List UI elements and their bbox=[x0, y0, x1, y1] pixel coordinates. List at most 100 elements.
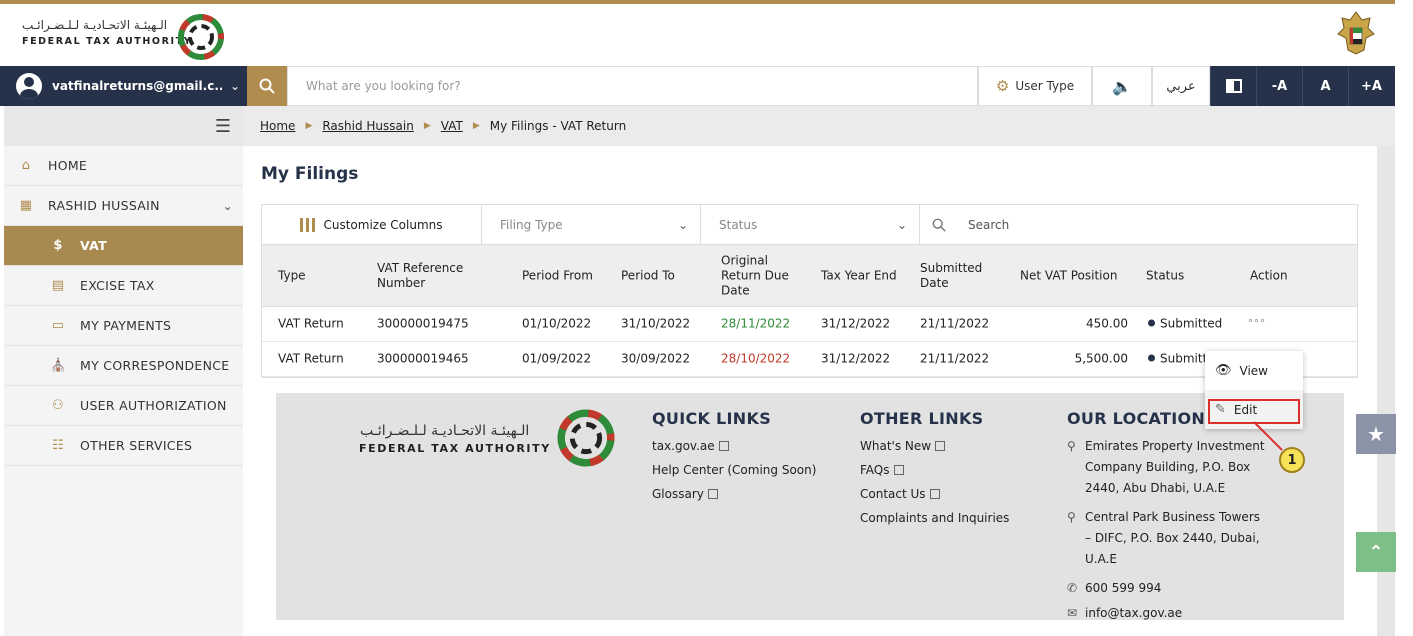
sidebar-item-rashid-hussain[interactable]: ▦ RASHID HUSSAIN ⌄ bbox=[4, 186, 243, 226]
chevron-down-icon: ⌄ bbox=[677, 217, 688, 232]
our-location: OUR LOCATION ⚲ Emirates Property Investm… bbox=[1067, 409, 1277, 620]
external-link-icon bbox=[929, 489, 940, 499]
building-icon: ⛪ bbox=[50, 358, 67, 373]
fta-logo-icon[interactable] bbox=[176, 12, 226, 62]
phone-number[interactable]: ✆ 600 599 994 bbox=[1067, 578, 1277, 599]
breadcrumb-home[interactable]: Home bbox=[260, 119, 295, 133]
sidebar-item-label: RASHID HUSSAIN bbox=[48, 198, 160, 213]
sidebar-item-my-payments[interactable]: ▭ MY PAYMENTS bbox=[4, 306, 243, 346]
mail-icon: ✉ bbox=[1067, 606, 1078, 620]
sidebar-item-other-services[interactable]: ☷ OTHER SERVICES bbox=[4, 426, 243, 466]
external-link-icon bbox=[935, 441, 946, 451]
page-title: My Filings bbox=[261, 164, 359, 184]
col-header-tax-year-end[interactable]: Tax Year End bbox=[821, 268, 897, 283]
user-type-label: User Type bbox=[1015, 79, 1075, 93]
location-pin-icon: ⚲ bbox=[1067, 439, 1076, 453]
sidebar-item-excise-tax[interactable]: ▤ EXCISE TAX bbox=[4, 266, 243, 306]
cell-period-to: 31/10/2022 bbox=[621, 316, 691, 331]
cell-period-to: 30/09/2022 bbox=[621, 351, 691, 366]
window-edge bbox=[1395, 0, 1413, 636]
speaker-icon: 🔈 bbox=[1112, 76, 1132, 96]
text-to-speech-button[interactable]: 🔈 bbox=[1092, 66, 1152, 106]
quick-link-tax-gov[interactable]: tax.gov.ae bbox=[652, 434, 816, 458]
other-link-faqs[interactable]: FAQs bbox=[860, 458, 1009, 482]
sidebar-item-vat[interactable]: $ VAT bbox=[4, 226, 243, 266]
font-increase-button[interactable]: +A bbox=[1348, 66, 1394, 106]
cell-type: VAT Return bbox=[278, 316, 344, 331]
col-header-period-from[interactable]: Period From bbox=[522, 268, 593, 283]
language-toggle-button[interactable]: عربي bbox=[1152, 66, 1210, 106]
user-email: vatfinalreturns@gmail.c... bbox=[52, 79, 222, 93]
customize-columns-button[interactable]: Customize Columns bbox=[262, 205, 482, 244]
table-row[interactable]: VAT Return 300000019465 01/09/2022 30/09… bbox=[262, 342, 1357, 377]
global-search-input[interactable]: What are you looking for? bbox=[287, 66, 978, 106]
sidebar-toggle[interactable]: ☰ bbox=[4, 106, 243, 146]
breadcrumb-vat[interactable]: VAT bbox=[441, 119, 463, 133]
quick-link-help-center[interactable]: Help Center (Coming Soon) bbox=[652, 458, 816, 482]
cell-vat-ref: 300000019475 bbox=[377, 316, 469, 331]
font-reset-label: A bbox=[1320, 78, 1331, 94]
cell-status: Submitt bbox=[1148, 352, 1207, 367]
table-search-input[interactable]: Search bbox=[920, 205, 1357, 244]
other-link-whats-new[interactable]: What's New bbox=[860, 434, 1009, 458]
search-button[interactable] bbox=[247, 66, 287, 106]
sidebar-item-user-authorization[interactable]: ⚇ USER AUTHORIZATION bbox=[4, 386, 243, 426]
favorite-button[interactable]: ★ bbox=[1356, 414, 1396, 454]
other-link-contact-us[interactable]: Contact Us bbox=[860, 482, 1009, 506]
home-icon: ⌂ bbox=[21, 158, 31, 173]
row-action-menu-button[interactable]: °°° bbox=[1248, 317, 1266, 332]
sidebar-item-label: USER AUTHORIZATION bbox=[80, 398, 227, 413]
uae-emblem-icon bbox=[1337, 11, 1375, 55]
sidebar-item-my-correspondence[interactable]: ⛪ MY CORRESPONDENCE bbox=[4, 346, 243, 386]
col-header-status[interactable]: Status bbox=[1146, 268, 1184, 283]
avatar-icon bbox=[16, 73, 42, 99]
chevron-down-icon: ⌄ bbox=[230, 79, 241, 93]
cell-original-due: 28/10/2022 bbox=[721, 351, 791, 366]
user-account-menu[interactable]: vatfinalreturns@gmail.c... ⌄ bbox=[4, 66, 246, 106]
view-menu-item[interactable]: 👁 View bbox=[1205, 351, 1303, 390]
email-address[interactable]: ✉ info@tax.gov.ae bbox=[1067, 603, 1277, 620]
cell-vat-ref: 300000019465 bbox=[377, 351, 469, 366]
columns-icon bbox=[300, 217, 316, 232]
brand-name-arabic: الـهيئـة الاتحـاديـة لـلـضـرائـب bbox=[22, 18, 168, 32]
address-abu-dhabi: ⚲ Emirates Property Investment Company B… bbox=[1067, 436, 1277, 499]
col-header-original-due[interactable]: Original Return Due Date bbox=[721, 253, 803, 298]
contrast-icon bbox=[1225, 79, 1242, 93]
brand-name-english: FEDERAL TAX AUTHORITY bbox=[22, 36, 193, 47]
filings-table: Customize Columns Filing Type ⌄ Status ⌄… bbox=[261, 204, 1358, 378]
filing-type-select[interactable]: Filing Type ⌄ bbox=[482, 205, 701, 244]
table-toolbar: Customize Columns Filing Type ⌄ Status ⌄… bbox=[262, 205, 1357, 245]
table-row[interactable]: VAT Return 300000019475 01/10/2022 31/10… bbox=[262, 307, 1357, 342]
col-header-vat-ref[interactable]: VAT Reference Number bbox=[377, 261, 477, 291]
status-select[interactable]: Status ⌄ bbox=[701, 205, 920, 244]
sidebar-item-label: MY CORRESPONDENCE bbox=[80, 358, 230, 373]
col-header-period-to[interactable]: Period To bbox=[621, 268, 675, 283]
arabic-label: عربي bbox=[1166, 78, 1196, 94]
other-link-complaints[interactable]: Complaints and Inquiries bbox=[860, 506, 1009, 530]
scroll-to-top-button[interactable]: ⌃ bbox=[1356, 532, 1396, 572]
fta-logo-icon bbox=[557, 409, 615, 467]
clipboard-icon: ☷ bbox=[52, 438, 64, 453]
col-header-type[interactable]: Type bbox=[278, 268, 306, 283]
other-links-title: OTHER LINKS bbox=[860, 409, 984, 428]
font-reset-button[interactable]: A bbox=[1302, 66, 1348, 106]
col-header-action: Action bbox=[1250, 268, 1288, 282]
table-search-placeholder: Search bbox=[968, 217, 1010, 232]
col-header-net-vat[interactable]: Net VAT Position bbox=[1020, 268, 1117, 283]
breadcrumb-rashid-hussain[interactable]: Rashid Hussain bbox=[322, 119, 413, 133]
triangle-right-icon: ▶ bbox=[305, 121, 313, 131]
quick-links: QUICK LINKS tax.gov.ae Help Center (Comi… bbox=[652, 409, 816, 506]
sidebar-item-label: OTHER SERVICES bbox=[80, 438, 193, 453]
filing-type-label: Filing Type bbox=[500, 217, 563, 232]
sidebar-item-home[interactable]: ⌂ HOME bbox=[4, 146, 243, 186]
contrast-toggle-button[interactable] bbox=[1210, 66, 1256, 106]
user-type-button[interactable]: ⚙ User Type bbox=[978, 66, 1092, 106]
font-decrease-label: -A bbox=[1271, 78, 1288, 94]
chevron-down-icon: ⌄ bbox=[222, 198, 233, 213]
col-header-submitted-date[interactable]: Submitted Date bbox=[920, 261, 1000, 291]
gear-icon: ⚙ bbox=[995, 77, 1010, 95]
footer: الـهيئـة الاتحـاديـة لـلـضـرائـب FEDERAL… bbox=[276, 393, 1344, 620]
footer-brand-arabic: الـهيئـة الاتحـاديـة لـلـضـرائـب bbox=[360, 423, 530, 439]
quick-link-glossary[interactable]: Glossary bbox=[652, 482, 816, 506]
font-decrease-button[interactable]: -A bbox=[1256, 66, 1302, 106]
